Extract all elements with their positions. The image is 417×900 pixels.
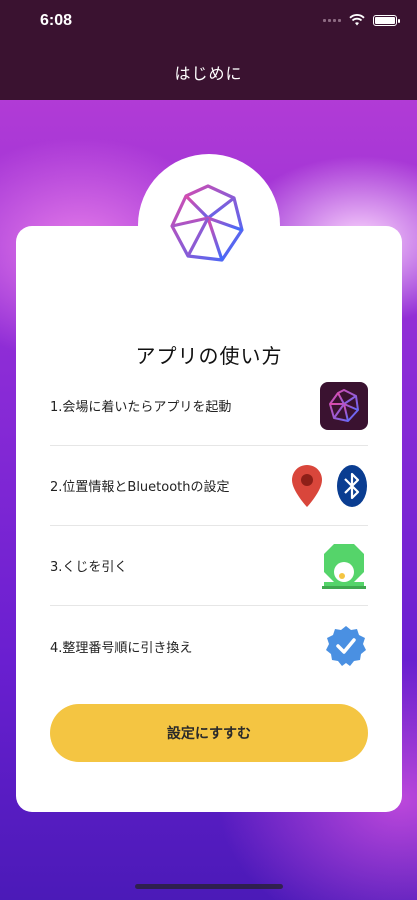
step-label: 1.会場に着いたらアプリを起動 [50, 400, 232, 415]
app-logo [138, 154, 280, 296]
icosahedron-logo-icon [170, 184, 244, 262]
battery-icon [373, 14, 400, 26]
cellular-signal-icon [323, 18, 341, 22]
list-item: 1.会場に着いたらアプリを起動 [50, 366, 368, 446]
card-title: アプリの使い方 [135, 344, 283, 368]
status-time: 6:08 [40, 12, 73, 29]
lottery-machine-icon [322, 543, 366, 589]
list-item: 4.整理番号順に引き換え [50, 606, 368, 686]
app-logo-icon [320, 381, 368, 430]
home-indicator[interactable] [135, 884, 283, 889]
wifi-icon [349, 14, 365, 26]
proceed-to-settings-button[interactable]: 設定にすすむ [50, 704, 368, 762]
list-item: 2.位置情報とBluetoothの設定 [50, 446, 368, 526]
status-bar: 6:08 [0, 0, 417, 44]
page-title: はじめに [174, 64, 243, 83]
how-to-card: アプリの使い方 1.会場に着いたらアプリを起動 2.位置情報とBluetooth… [16, 226, 402, 812]
status-icons [323, 14, 400, 26]
list-item: 3.くじを引く [50, 526, 368, 606]
verified-check-icon [326, 626, 366, 666]
location-pin-icon [292, 464, 322, 507]
step-label: 3.くじを引く [50, 560, 128, 575]
steps-list: 1.会場に着いたらアプリを起動 2.位置情報とBluetoothの設定 3.くじ… [50, 366, 368, 686]
navigation-bar: はじめに [0, 44, 417, 100]
step-label: 4.整理番号順に引き換え [50, 640, 193, 656]
bluetooth-icon [337, 464, 367, 507]
step-label: 2.位置情報とBluetoothの設定 [50, 480, 230, 495]
